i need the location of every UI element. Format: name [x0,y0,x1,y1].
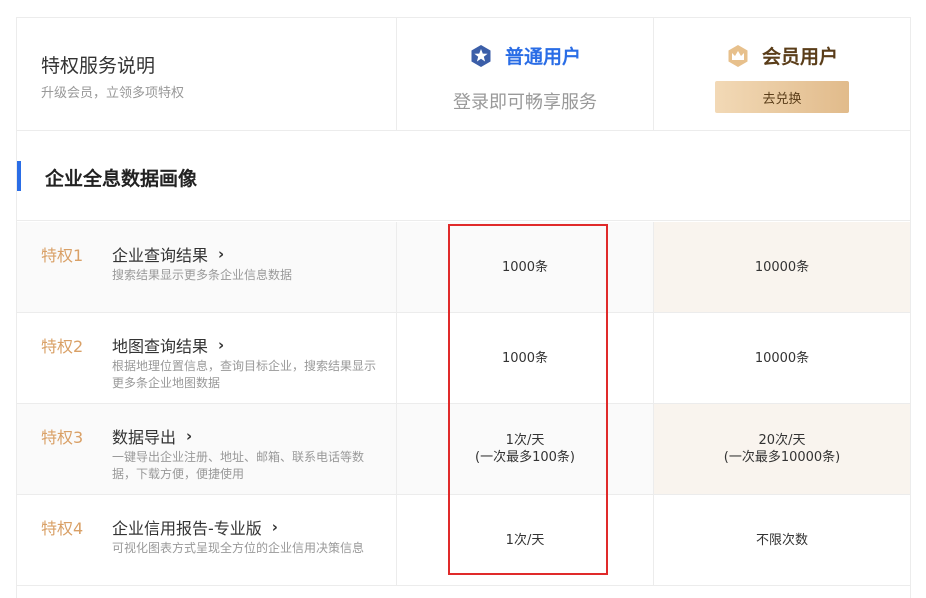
feature-desc: 根据地理位置信息，查询目标企业，搜索结果显示更多条企业地图数据 [112,359,377,390]
normal-value: 1000条 [501,259,549,275]
member-value-cell: 10000条 [654,313,910,403]
chevron-right-icon: › [271,518,278,536]
section-title: 企业全息数据画像 [45,168,198,190]
blue-star-badge-icon [471,44,491,67]
normal-value-cell: 1次/天 [397,495,654,585]
feature-cell: 特权4 企业信用报告-专业版 › 可视化图表方式呈现全方位的企业信用决策信息 [17,495,397,585]
privilege-label: 特权1 [41,246,84,265]
feature-name: 企业信用报告-专业版 [112,519,262,538]
chevron-right-icon: › [218,245,225,263]
member-value-cell: 20次/天 (一次最多10000条) [654,404,910,494]
privilege-label: 特权4 [41,519,84,538]
feature-link[interactable]: 数据导出 › [112,424,192,448]
feature-link[interactable]: 企业信用报告-专业版 › [112,515,278,539]
chevron-right-icon: › [186,427,193,445]
privilege-label: 特权3 [41,428,84,447]
section-accent-bar [17,161,21,191]
member-value-cell: 10000条 [654,222,910,312]
normal-value-cell: 1次/天 (一次最多100条) [397,404,654,494]
member-value-cell: 不限次数 [654,495,910,585]
privilege-row: 特权2 地图查询结果 › 根据地理位置信息，查询目标企业，搜索结果显示更多条企业… [17,313,910,404]
member-plan-name: 会员用户 [761,46,838,68]
feature-name: 地图查询结果 [112,337,209,356]
section-header: 企业全息数据画像 [17,131,910,221]
feature-cell: 特权1 企业查询结果 › 搜索结果显示更多条企业信息数据 [17,222,397,312]
feature-desc: 可视化图表方式呈现全方位的企业信用决策信息 [112,541,365,555]
feature-link[interactable]: 地图查询结果 › [112,333,224,357]
feature-desc: 搜索结果显示更多条企业信息数据 [112,268,293,282]
normal-value: 1次/天 [505,433,545,448]
member-value: 10000条 [754,350,810,366]
normal-plan-header: 普通用户 登录即可畅享服务 [397,18,654,130]
privilege-row: 特权1 企业查询结果 › 搜索结果显示更多条企业信息数据 1000条 10000… [17,222,910,313]
member-plan-title: 会员用户 [654,42,910,69]
feature-cell: 特权3 数据导出 › 一键导出企业注册、地址、邮箱、联系电话等数据，下载方便，便… [17,404,397,494]
privilege-row: 特权3 数据导出 › 一键导出企业注册、地址、邮箱、联系电话等数据，下载方便，便… [17,404,910,495]
feature-cell: 特权2 地图查询结果 › 根据地理位置信息，查询目标企业，搜索结果显示更多条企业… [17,313,397,403]
member-value: 20次/天 [758,433,806,448]
normal-value: 1次/天 [505,532,545,548]
normal-plan-name: 普通用户 [504,46,581,68]
redeem-button[interactable]: 去兑换 [715,81,849,113]
member-value: 不限次数 [755,532,808,548]
normal-value-cell: 1000条 [397,313,654,403]
feature-link[interactable]: 企业查询结果 › [112,242,224,266]
privilege-table: 特权服务说明 升级会员，立领多项特权 普通用户 登录即可畅享服务 会员用户 去兑… [16,17,911,598]
header-intro: 特权服务说明 升级会员，立领多项特权 [17,18,397,130]
member-value: 10000条 [754,259,810,275]
privilege-row: 特权4 企业信用报告-专业版 › 可视化图表方式呈现全方位的企业信用决策信息 1… [17,495,910,586]
gold-crown-badge-icon [728,44,748,67]
feature-name: 数据导出 [112,428,177,447]
privilege-label: 特权2 [41,337,84,356]
feature-name: 企业查询结果 [112,246,209,265]
normal-value-note: (一次最多100条) [475,450,575,465]
chevron-right-icon: › [218,336,225,354]
table-header: 特权服务说明 升级会员，立领多项特权 普通用户 登录即可畅享服务 会员用户 去兑… [17,18,910,131]
normal-plan-desc: 登录即可畅享服务 [453,92,597,113]
normal-value-cell: 1000条 [397,222,654,312]
page-title: 特权服务说明 [41,55,156,77]
normal-value: 1000条 [501,350,549,366]
page-subtitle: 升级会员，立领多项特权 [41,86,185,101]
member-value-note: (一次最多10000条) [723,450,841,465]
member-plan-header: 会员用户 去兑换 [654,18,910,130]
feature-desc: 一键导出企业注册、地址、邮箱、联系电话等数据，下载方便，便捷使用 [112,450,365,481]
normal-plan-title: 普通用户 [397,42,653,69]
